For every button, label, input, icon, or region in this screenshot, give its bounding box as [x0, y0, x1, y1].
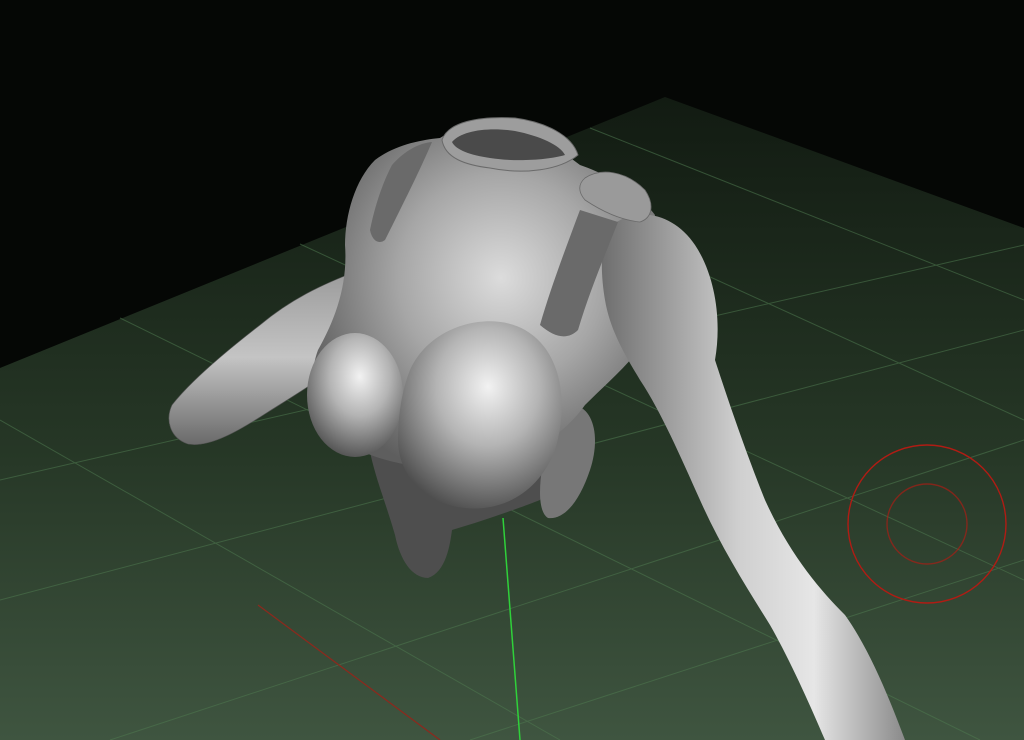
- 3d-viewport[interactable]: [0, 0, 1024, 740]
- model-breast-left[interactable]: [307, 333, 403, 457]
- viewport-canvas[interactable]: [0, 0, 1024, 740]
